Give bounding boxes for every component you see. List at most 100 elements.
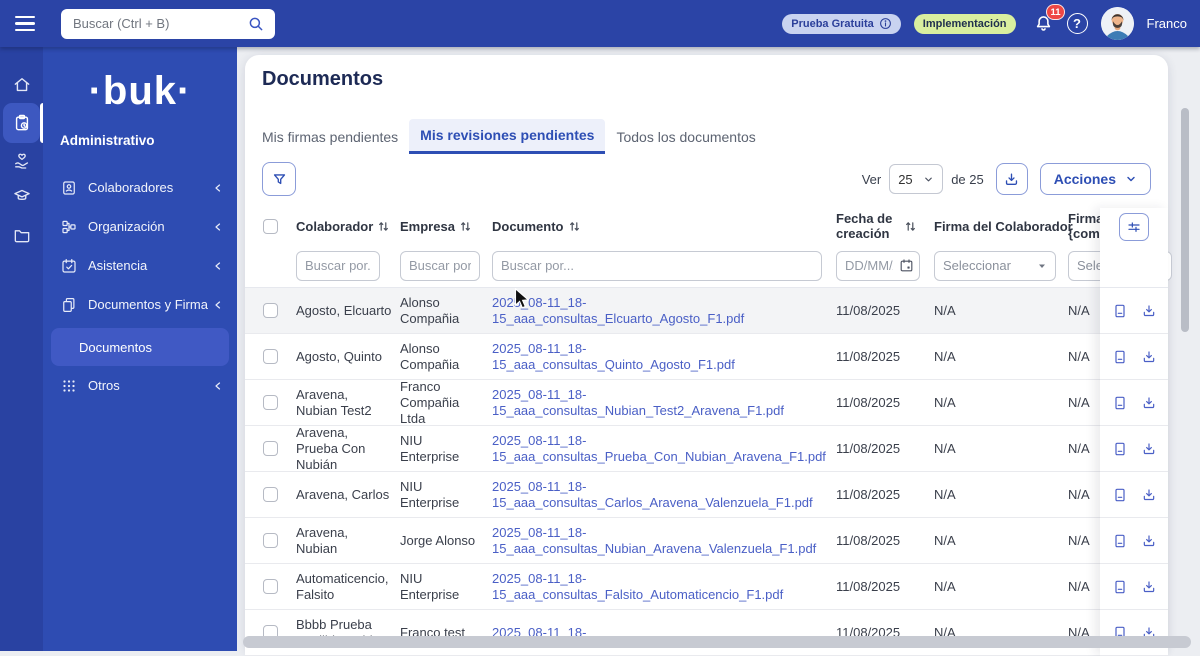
download-document-icon[interactable] (1141, 579, 1157, 595)
sidebar-item-organizacion[interactable]: Organización (43, 207, 237, 246)
empresa-cell: NIU Enterprise (400, 570, 460, 602)
document-link[interactable]: 2025_08-11_18-15_aaa_consultas_Quinto_Ag… (492, 341, 826, 373)
view-document-icon[interactable] (1112, 349, 1128, 365)
table-row[interactable]: Agosto, Elcuarto Alonso Compañia 2025_08… (245, 288, 1168, 334)
column-header-firma-colaborador[interactable]: Firma del Colaborador (934, 219, 1073, 234)
filter-empresa-input[interactable] (400, 250, 480, 281)
row-checkbox[interactable] (263, 395, 278, 410)
help-button[interactable]: ? (1066, 13, 1088, 34)
sticky-action-header (1100, 208, 1168, 288)
document-link[interactable]: 2025_08-11_18-15_aaa_consultas_Elcuarto_… (492, 295, 826, 327)
filter-documento-input[interactable] (492, 250, 822, 281)
sort-icon[interactable] (460, 220, 471, 233)
notifications-button[interactable]: 11 (1033, 4, 1065, 34)
table-row[interactable]: Aravena, Prueba Con Nubián NIU Enterpris… (245, 424, 1168, 472)
sidebar-item-asistencia[interactable]: Asistencia (43, 246, 237, 285)
benefits-hand-heart-icon[interactable] (0, 148, 43, 174)
document-link[interactable]: 2025_08-11_18- 15_aaa_consultas_Nubian_Te… (492, 387, 826, 419)
filter-firma-colaborador-select[interactable]: Seleccionar (934, 250, 1056, 281)
export-button[interactable] (995, 163, 1028, 195)
document-link[interactable]: 2025_08-11_18- 15_aaa_consultas_Falsito_A… (492, 571, 826, 603)
sidebar-icon-rail (0, 47, 43, 651)
actions-button[interactable]: Acciones (1039, 163, 1151, 195)
user-name[interactable]: Franco (1147, 16, 1187, 31)
education-cap-icon[interactable] (0, 183, 43, 209)
table-row[interactable]: Aravena, Nubian Test2 Franco Compañia Lt… (245, 379, 1168, 426)
table-row[interactable]: Bbbb Prueba Apellido Doble Franco test 2… (245, 610, 1168, 656)
select-all-checkbox[interactable] (263, 218, 278, 234)
vertical-scrollbar[interactable] (1181, 108, 1189, 332)
colaborador-cell: Aravena, Nubian (296, 524, 349, 556)
table-row[interactable]: Aravena, Carlos NIU Enterprise 2025_08-1… (245, 472, 1168, 518)
table-row[interactable]: Aravena, Nubian Jorge Alonso 2025_08-11_… (245, 518, 1168, 564)
empresa-cell: Alonso Compañia (400, 294, 460, 326)
download-document-icon[interactable] (1141, 349, 1157, 365)
sort-icon[interactable] (378, 220, 389, 233)
sidebar-item-documentos-y-firma[interactable]: Documentos y Firma (43, 285, 237, 324)
sort-icon[interactable] (905, 220, 916, 233)
document-link[interactable]: 2025_08-11_18- 15_aaa_consultas_Carlos_Ar… (492, 479, 826, 511)
view-document-icon[interactable] (1112, 579, 1128, 595)
horizontal-scrollbar[interactable] (243, 636, 1191, 648)
row-checkbox[interactable] (263, 533, 278, 548)
table-row[interactable]: Automaticencio, Falsito NIU Enterprise 2… (245, 564, 1168, 610)
column-header-colaborador[interactable]: Colaborador (296, 219, 373, 234)
menu-icon[interactable] (15, 12, 37, 35)
global-search[interactable] (61, 8, 275, 39)
filter-fecha-datepicker[interactable] (836, 250, 920, 281)
firma-colaborador-cell: N/A (934, 349, 956, 364)
sidebar-item-colaboradores[interactable]: Colaboradores (43, 168, 237, 207)
row-checkbox[interactable] (263, 487, 278, 502)
tab-mis-revisiones-pendientes[interactable]: Mis revisiones pendientes (409, 119, 606, 154)
download-document-icon[interactable] (1141, 533, 1157, 549)
download-document-icon[interactable] (1141, 487, 1157, 503)
column-header-fecha-creacion[interactable]: Fecha de creación (836, 211, 900, 241)
view-document-icon[interactable] (1112, 533, 1128, 549)
page-size-label: Ver (861, 171, 882, 187)
download-document-icon[interactable] (1141, 441, 1157, 457)
search-input[interactable] (71, 15, 247, 32)
sidebar-item-documentos[interactable]: Documentos (51, 328, 229, 366)
org-chart-icon (62, 220, 76, 233)
row-checkbox[interactable] (263, 349, 278, 364)
folder-icon[interactable] (0, 222, 43, 248)
avatar[interactable] (1100, 7, 1134, 40)
sort-icon[interactable] (569, 220, 580, 233)
calendar-icon[interactable] (899, 258, 914, 273)
empresa-cell: Alonso Compañia (400, 340, 460, 372)
row-checkbox[interactable] (263, 579, 278, 594)
row-actions (1100, 610, 1168, 656)
page-size-select[interactable]: 25 (889, 164, 944, 194)
view-document-icon[interactable] (1112, 395, 1128, 411)
download-document-icon[interactable] (1141, 303, 1157, 319)
tasks-clipboard-icon[interactable] (0, 110, 43, 136)
document-link[interactable]: 2025_08-11_18- 15_aaa_consultas_Prueba_Co… (492, 433, 826, 465)
implementation-badge[interactable]: Implementación (913, 13, 1016, 34)
download-document-icon[interactable] (1141, 395, 1157, 411)
home-icon[interactable] (0, 72, 43, 98)
firma-colaborador-cell: N/A (934, 441, 956, 456)
row-checkbox[interactable] (263, 441, 278, 456)
colaborador-cell: Agosto, Elcuarto (296, 302, 392, 318)
sidebar-nav: Colaboradores Organización Asistencia Do… (43, 168, 237, 405)
view-document-icon[interactable] (1112, 487, 1128, 503)
document-link[interactable]: 2025_08-11_18- 15_aaa_consultas_Nubian_Ar… (492, 525, 826, 557)
column-header-documento[interactable]: Documento (492, 219, 564, 234)
view-document-icon[interactable] (1112, 303, 1128, 319)
column-header-empresa[interactable]: Empresa (400, 219, 455, 234)
sidebar-item-label: Otros (88, 378, 120, 393)
tab-mis-firmas-pendientes[interactable]: Mis firmas pendientes (262, 119, 409, 154)
table-row[interactable]: Agosto, Quinto Alonso Compañia 2025_08-1… (245, 334, 1168, 380)
filter-colaborador-input[interactable] (296, 250, 380, 281)
row-actions (1100, 472, 1168, 518)
column-settings-button[interactable] (1119, 213, 1149, 241)
colaborador-cell: Aravena, Nubian Test2 (296, 386, 372, 418)
tab-todos-los-documentos[interactable]: Todos los documentos (605, 119, 766, 154)
filter-button[interactable] (262, 162, 296, 196)
buk-logo: ·buk· (88, 69, 192, 113)
sidebar-item-otros[interactable]: Otros (43, 366, 237, 405)
row-checkbox[interactable] (263, 303, 278, 318)
colaborador-cell: Aravena, Prueba Con Nubián (296, 424, 366, 472)
view-document-icon[interactable] (1112, 441, 1128, 457)
trial-badge[interactable]: Prueba Gratuita (782, 13, 901, 34)
